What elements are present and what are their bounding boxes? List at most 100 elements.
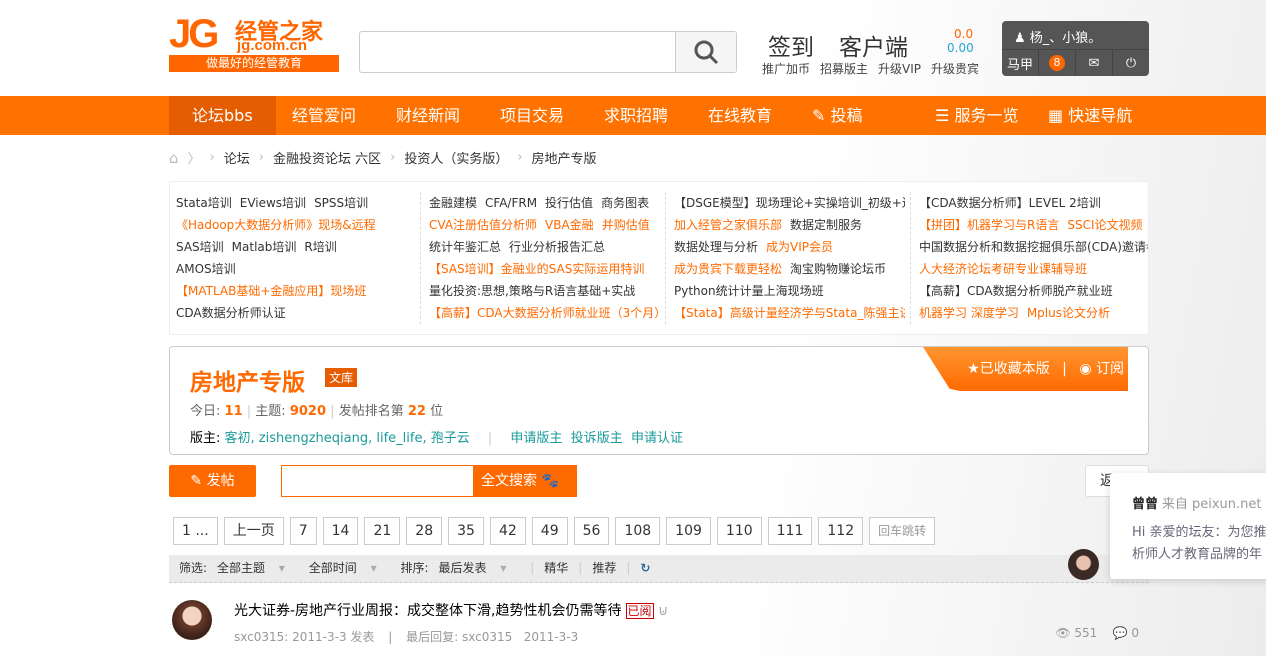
promo-link[interactable]: 【CDA数据分析师】LEVEL 2培训 (919, 196, 1101, 210)
home-icon[interactable]: ⌂ (169, 149, 179, 167)
nav-ask[interactable]: 经管爱问 (269, 96, 379, 135)
promo-link[interactable]: CDA数据分析师认证 (176, 306, 286, 320)
promo-link[interactable]: 【MATLAB基础+金融应用】现场班 (176, 284, 366, 298)
promo-link[interactable]: 【SAS培训】金融业的SAS实际运用特训 (429, 262, 644, 276)
promo-link[interactable]: 量化投资:思想,策略与R语言基础+实战 (429, 284, 635, 298)
nav-jobs[interactable]: 求职招聘 (581, 96, 691, 135)
chat-popup[interactable]: 曾曾 来自 peixun.net Hi 亲爱的坛友：为您推 析师人才教育品牌的年 (1110, 473, 1266, 579)
promote-link[interactable]: 推广加币 (762, 60, 810, 77)
recommend-filter[interactable]: 推荐 (592, 561, 616, 575)
library-tag[interactable]: 文库 (325, 368, 358, 387)
page-link[interactable]: 14 (322, 517, 359, 545)
promo-link[interactable]: Matlab培训 (232, 240, 297, 254)
vip-link[interactable]: 升级VIP (878, 60, 921, 77)
promo-link[interactable]: 数据处理与分析 (674, 240, 758, 254)
page-link[interactable]: 28 (406, 517, 443, 545)
new-post-button[interactable]: ✎ 发帖 (169, 465, 256, 497)
nav-submit[interactable]: ✎ 投稿 (789, 96, 886, 135)
promo-link[interactable]: SAS培训 (176, 240, 224, 254)
nav-projects[interactable]: 项目交易 (477, 96, 587, 135)
promo-link[interactable]: VBA金融 (545, 218, 594, 232)
promo-link[interactable]: 加入经管之家俱乐部 (674, 218, 782, 232)
last-reply-user[interactable]: sxc0315 (462, 630, 512, 644)
fulltext-input[interactable] (286, 466, 466, 494)
thread-author[interactable]: sxc0315 (234, 630, 284, 644)
promo-link[interactable]: AMOS培训 (176, 262, 236, 276)
cert-link[interactable]: 申请认证 (631, 431, 683, 446)
crumb-investor[interactable]: 投资人（实务版） (404, 148, 508, 167)
page-link[interactable]: 56 (573, 517, 610, 545)
promo-link[interactable]: 行业分析报告汇总 (509, 240, 605, 254)
crumb-forum[interactable]: 论坛 (224, 148, 250, 167)
promo-link[interactable]: SSCI论文视频 (1067, 218, 1142, 232)
promo-link[interactable]: CFA/FRM (485, 196, 537, 210)
sign-in-link[interactable]: 签到 (768, 28, 814, 62)
page-link[interactable]: 49 (531, 517, 568, 545)
promo-link[interactable]: Mplus论文分析 (1027, 306, 1110, 320)
page-link[interactable]: 1 ... (173, 517, 218, 545)
thread-title[interactable]: 光大证券-房地产行业周报：成交整体下滑,趋势性机会仍需等待 (234, 603, 622, 619)
author-avatar[interactable] (172, 600, 212, 640)
nav-quick[interactable]: ▦ 快速导航 (1025, 96, 1155, 135)
client-link[interactable]: 客户端 (839, 28, 908, 62)
fulltext-search-button[interactable]: 全文搜索 🐾 (473, 466, 576, 496)
nav-education[interactable]: 在线教育 (685, 96, 795, 135)
site-logo[interactable]: JG 经管之家 jg.com.cn 做最好的经管教育 (169, 12, 339, 72)
chat-avatar[interactable] (1068, 549, 1099, 580)
promo-link[interactable]: R培训 (304, 240, 336, 254)
page-link[interactable]: 上一页 (223, 517, 284, 545)
crumb-zone[interactable]: 金融投资论坛 六区 (273, 148, 381, 167)
guest-link[interactable]: 升级贵宾 (931, 60, 979, 77)
promo-link[interactable]: 淘宝购物赚论坛币 (790, 262, 886, 276)
promo-link[interactable]: Python统计计量上海现场班 (674, 284, 824, 298)
filter-time[interactable]: 全部时间 ▾ (309, 561, 387, 575)
promo-link[interactable]: 机器学习 深度学习 (919, 306, 1019, 320)
page-link[interactable]: 35 (448, 517, 484, 545)
page-link[interactable]: 110 (716, 517, 762, 545)
search-input[interactable] (366, 32, 666, 70)
page-link[interactable]: 21 (364, 517, 401, 545)
power-icon[interactable]: ⏻ (1113, 50, 1149, 76)
search-button[interactable] (675, 32, 736, 72)
notifications-button[interactable]: 8 (1039, 50, 1076, 76)
digest-filter[interactable]: 精华 (544, 561, 568, 575)
recruit-link[interactable]: 招募版主 (820, 60, 868, 77)
complain-link[interactable]: 投诉版主 (571, 431, 623, 446)
page-link[interactable]: 回车跳转 (869, 517, 936, 545)
nav-services[interactable]: ☰ 服务一览 (912, 96, 1041, 135)
promo-link[interactable]: Stata培训 (176, 196, 232, 210)
promo-link[interactable]: 统计年鉴汇总 (429, 240, 501, 254)
apply-moderator-link[interactable]: 申请版主 (510, 431, 562, 446)
promo-link[interactable]: 金融建模 (429, 196, 477, 210)
promo-link[interactable]: CVA注册估值分析师 (429, 218, 537, 232)
crumb-current[interactable]: 房地产专版 (532, 148, 597, 167)
nav-bbs[interactable]: 论坛bbs (169, 96, 276, 135)
page-link[interactable]: 109 (666, 517, 711, 545)
promo-link[interactable]: 【拼团】机器学习与R语言 (919, 218, 1059, 232)
promo-link[interactable]: 【高薪】CDA大数据分析师就业班（3个月） (429, 306, 660, 320)
page-link[interactable]: 112 (818, 517, 864, 545)
alt-account-button[interactable]: 马甲 (1002, 50, 1039, 76)
promo-link[interactable]: 【高薪】CDA数据分析师脱产就业班 (919, 284, 1113, 298)
page-link[interactable]: 42 (489, 517, 526, 545)
promo-link[interactable]: 投行估值 (545, 196, 593, 210)
promo-link[interactable]: EViews培训 (240, 196, 306, 210)
refresh-icon[interactable]: ↻ (640, 561, 650, 575)
page-link[interactable]: 111 (767, 517, 813, 545)
page-link[interactable]: 108 (615, 517, 661, 545)
favorite-button[interactable]: ★已收藏本版 (967, 361, 1050, 377)
mail-icon[interactable]: ✉ (1076, 50, 1113, 76)
site-search[interactable] (359, 31, 737, 73)
promo-link[interactable]: 人大经济论坛考研专业课辅导班 (919, 262, 1087, 276)
filter-topics[interactable]: 全部主题 ▾ (217, 561, 295, 575)
moderator-links[interactable]: 客初, zishengzheqiang, life_life, 孢子云 (225, 431, 470, 446)
sort-select[interactable]: 最后发表 ▾ (439, 561, 517, 575)
promo-link[interactable]: 成为VIP会员 (766, 240, 833, 254)
rss-button[interactable]: ◉ 订阅 (1079, 361, 1124, 377)
nav-news[interactable]: 财经新闻 (373, 96, 483, 135)
promo-link[interactable]: 数据定制服务 (790, 218, 862, 232)
promo-link[interactable]: 中国数据分析和数据挖掘俱乐部(CDA)邀请参与 (919, 240, 1148, 254)
user-name[interactable]: ♟ 杨_、小狼。 (1002, 21, 1149, 50)
promo-link[interactable]: SPSS培训 (314, 196, 368, 210)
promo-link[interactable]: 《Hadoop大数据分析师》现场&远程 (176, 218, 376, 232)
